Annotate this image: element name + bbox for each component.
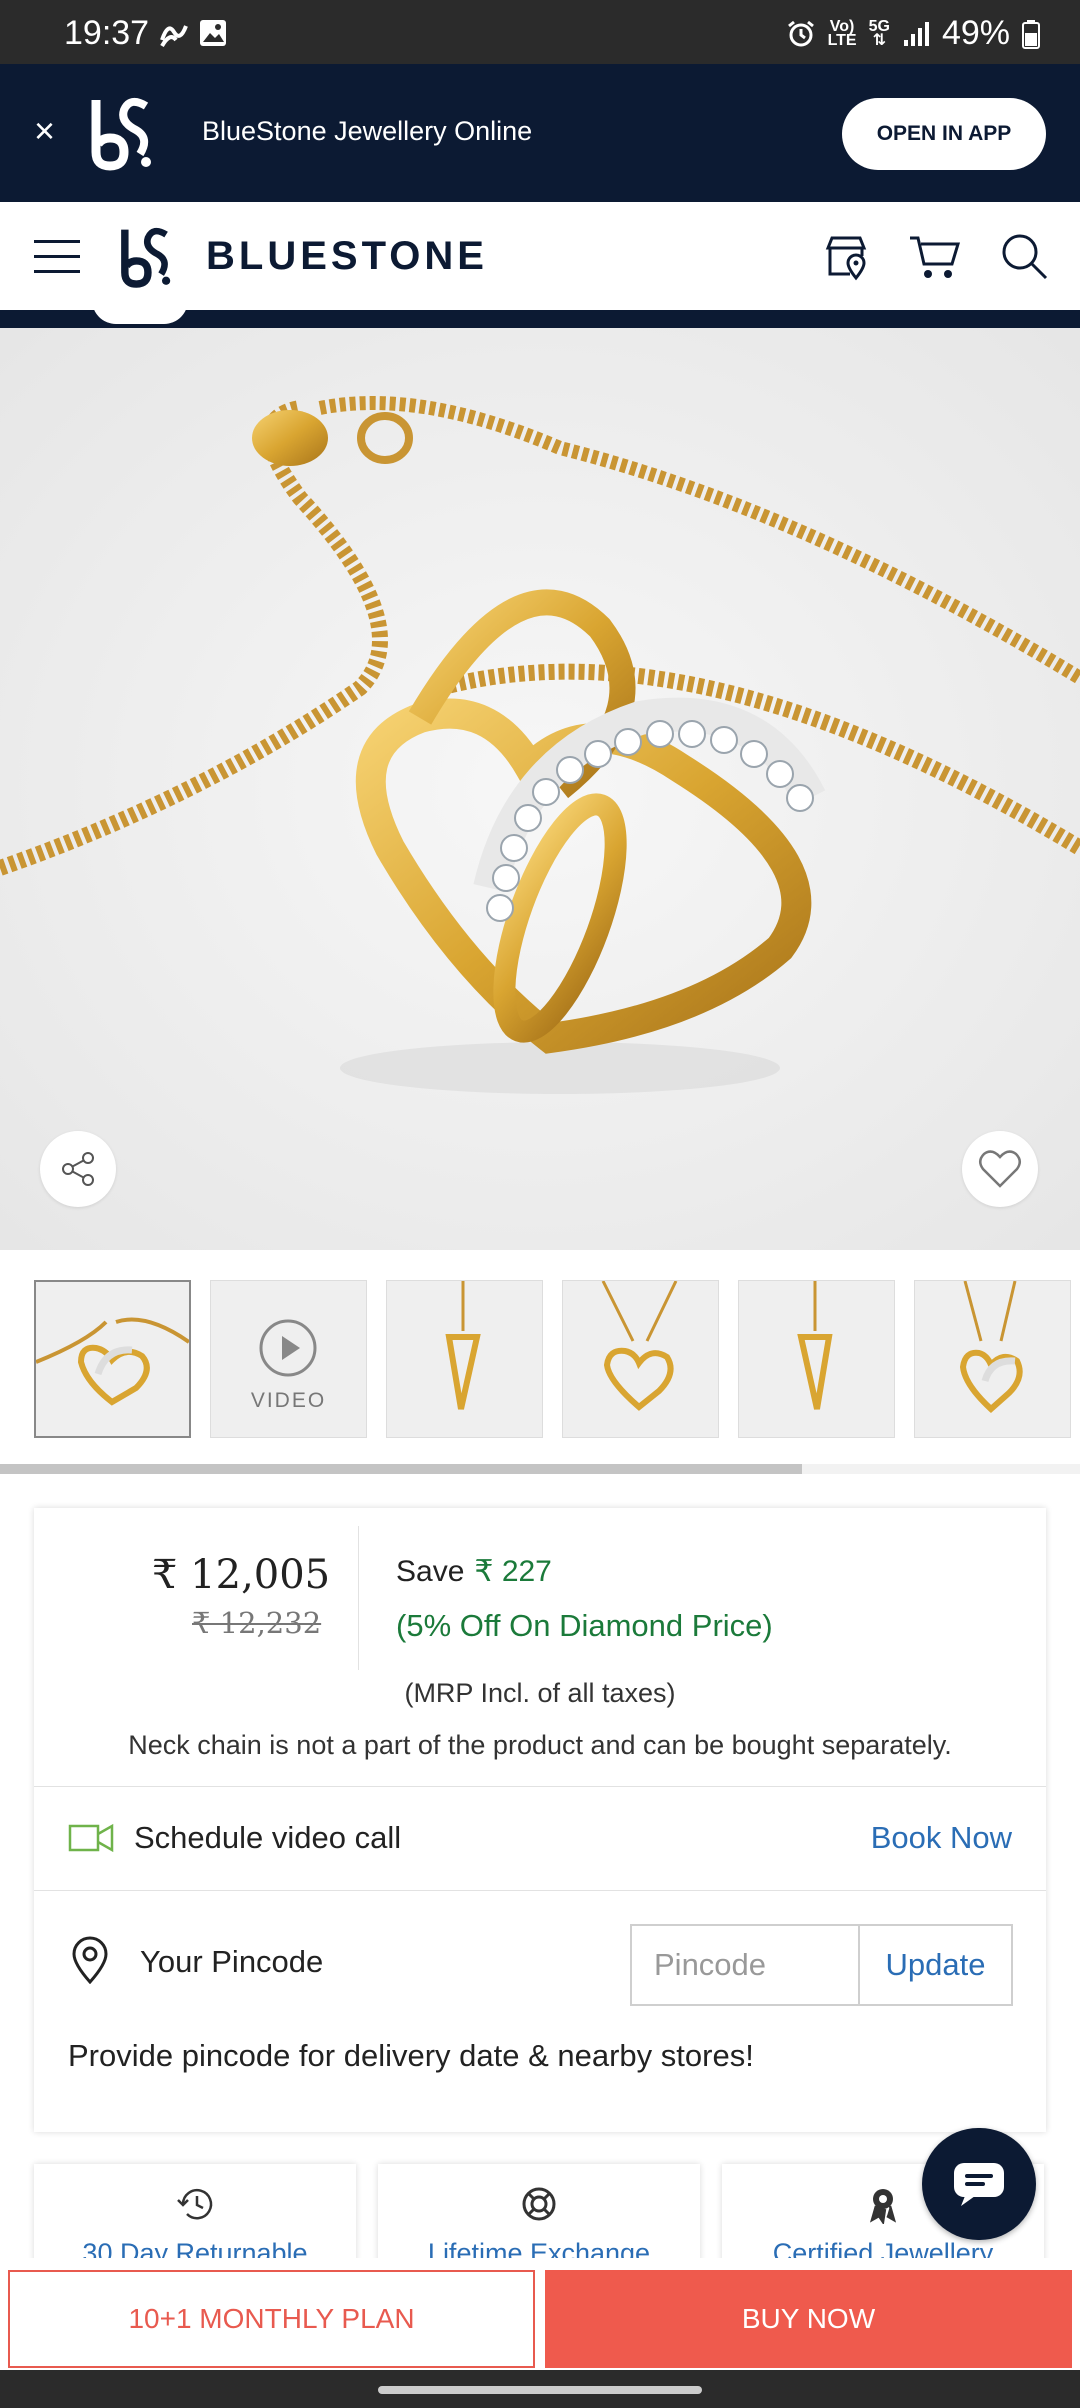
status-bar: 19:37 Vo) LTE 5G ⇅ 49% [0, 0, 1080, 64]
header-actions [820, 230, 1050, 282]
thumbnail-image[interactable] [562, 1280, 719, 1438]
thumbnail-pendant-side [445, 1281, 481, 1410]
heart-icon [979, 1150, 1021, 1188]
buy-now-button[interactable]: BUY NOW [545, 2270, 1072, 2368]
thumbnail-pendant-chain [601, 1281, 678, 1411]
pincode-input[interactable] [632, 1926, 860, 2004]
divider [34, 1890, 1046, 1891]
volte-indicator: Vo) LTE [827, 17, 857, 49]
share-icon [62, 1152, 94, 1186]
play-icon [259, 1319, 317, 1377]
store-locator-icon[interactable] [820, 230, 872, 282]
monthly-plan-button[interactable]: 10+1 MONTHLY PLAN [8, 2270, 535, 2368]
swirl-app-icon [160, 25, 188, 48]
home-gesture-handle[interactable] [378, 2386, 702, 2394]
tax-note: (MRP Incl. of all taxes) [404, 1678, 676, 1708]
savings-amount: ₹ 227 [474, 1555, 552, 1588]
chat-button[interactable] [922, 2128, 1036, 2240]
brand-name[interactable]: BLUESTONE [206, 234, 488, 279]
chain-note: Neck chain is not a part of the product … [128, 1730, 952, 1760]
5g-indicator: 5G ⇅ [868, 17, 890, 49]
alarm-icon [787, 20, 814, 46]
thumbnail-image[interactable] [34, 1280, 191, 1438]
product-image[interactable] [0, 328, 1080, 1250]
thumbnail-pendant-side-2 [797, 1281, 833, 1410]
thumbnail-strip: VIDEO [34, 1280, 1071, 1438]
open-in-app-button[interactable]: OPEN IN APP [842, 98, 1046, 170]
pincode-help-text: Provide pincode for delivery date & near… [68, 2038, 754, 2073]
thumbnail-image[interactable] [914, 1280, 1071, 1438]
thumbnail-image[interactable] [386, 1280, 543, 1438]
pincode-form: Update [630, 1924, 1013, 2006]
system-nav-bar [0, 2370, 1080, 2408]
lifebuoy-icon [522, 2187, 556, 2221]
bluestone-logo-icon[interactable] [110, 220, 176, 292]
bottom-action-bar: 10+1 MONTHLY PLAN BUY NOW [0, 2258, 1080, 2370]
product-price: ₹ 12,005 [152, 1552, 331, 1598]
bluestone-logo-icon [91, 97, 151, 171]
product-image-heart-pendant [0, 328, 1080, 1250]
price-divider [358, 1526, 359, 1670]
thumbnail-scrollbar[interactable] [0, 1464, 802, 1474]
close-banner-button[interactable]: × [34, 110, 55, 152]
savings: Save ₹ 227 [396, 1555, 552, 1588]
status-notification-icons [158, 18, 228, 48]
share-button[interactable] [40, 1131, 116, 1207]
site-header: BLUESTONE [0, 202, 1080, 310]
signal-icon [903, 21, 929, 46]
video-camera-icon [68, 1823, 114, 1853]
wishlist-button[interactable] [962, 1131, 1038, 1207]
book-now-link[interactable]: Book Now [871, 1820, 1012, 1856]
battery-icon [1022, 19, 1040, 49]
history-icon [177, 2188, 213, 2220]
search-icon[interactable] [998, 230, 1050, 282]
banner-title: BlueStone Jewellery Online [202, 116, 533, 146]
status-system-icons: Vo) LTE 5G ⇅ 49% [786, 14, 1040, 53]
thumbnail-pendant-angle [959, 1281, 1023, 1414]
location-pin-icon [72, 1936, 108, 1984]
gallery-icon [200, 20, 226, 46]
menu-icon[interactable] [34, 240, 80, 274]
thumbnail-pendant-front [36, 1317, 189, 1406]
chat-icon [954, 2163, 1004, 2206]
original-price: ₹ 12,232 [192, 1606, 322, 1640]
discount-text: (5% Off On Diamond Price) [396, 1608, 773, 1643]
divider [34, 1786, 1046, 1787]
thumbnail-image[interactable] [738, 1280, 895, 1438]
award-ribbon-icon [869, 2189, 897, 2224]
app-install-banner: × BlueStone Jewellery Online OPEN IN APP [0, 64, 1080, 202]
update-pincode-button[interactable]: Update [860, 1926, 1011, 2004]
pincode-label: Your Pincode [140, 1944, 324, 1979]
product-details-card: ₹ 12,005 ₹ 12,232 Save ₹ 227 (5% Off On D… [34, 1508, 1046, 2132]
logo-tab [92, 300, 188, 324]
cart-icon[interactable] [908, 230, 962, 282]
thumbnail-video[interactable]: VIDEO [210, 1280, 367, 1438]
status-time: 19:37 [64, 14, 150, 52]
schedule-video-call-label: Schedule video call [134, 1820, 402, 1855]
battery-percent: 49% [941, 14, 1010, 52]
video-label: VIDEO [250, 1389, 327, 1412]
